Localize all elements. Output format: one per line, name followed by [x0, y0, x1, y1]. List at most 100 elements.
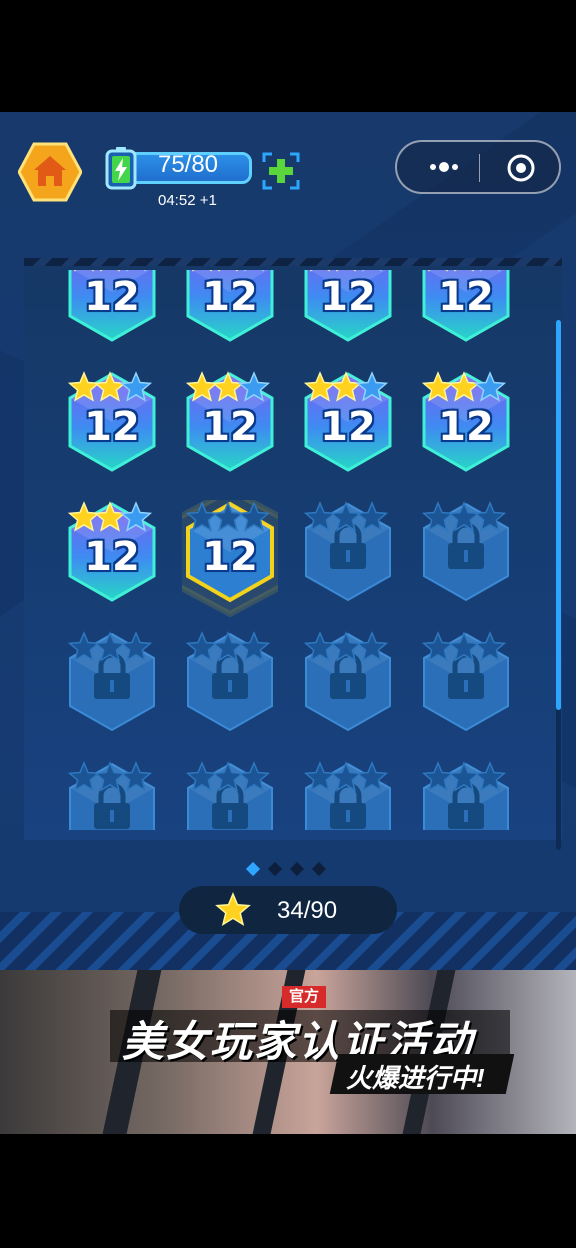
level-tile: [300, 500, 396, 630]
star-filled-icon: [421, 371, 455, 402]
star-total-pill: 34/90: [179, 886, 397, 934]
star-icon: [215, 892, 251, 927]
promo-banner[interactable]: 美女玩家认证活动 官方 火爆进行中!: [0, 970, 576, 1134]
star-empty-icon: [447, 761, 481, 792]
star-empty-icon: [473, 761, 507, 792]
level-tile: [418, 630, 514, 760]
level-stars: [185, 501, 271, 532]
level-number: 12: [320, 274, 376, 320]
level-tile: [418, 500, 514, 630]
star-empty-icon: [185, 501, 219, 532]
add-energy-button[interactable]: [262, 152, 300, 190]
star-empty-icon: [237, 501, 271, 532]
level-stars: [192, 270, 264, 272]
level-tile[interactable]: 12: [418, 370, 514, 500]
record-close-icon: [507, 154, 535, 182]
star-empty-icon: [185, 631, 219, 662]
level-tile: [182, 630, 278, 760]
star-empty-icon: [303, 761, 337, 792]
level-tile[interactable]: 12: [64, 370, 160, 500]
level-tile: [300, 760, 396, 830]
capsule-divider: [479, 154, 480, 182]
star-empty-icon: [473, 631, 507, 662]
star-empty-icon: [447, 631, 481, 662]
level-tile: [300, 630, 396, 760]
level-tile[interactable]: 12: [300, 370, 396, 500]
level-number: 12: [438, 274, 494, 320]
more-button[interactable]: [419, 152, 469, 182]
star-empty-icon: [329, 761, 363, 792]
level-number: 12: [202, 404, 258, 450]
level-tile[interactable]: 12: [182, 500, 278, 630]
home-button[interactable]: [17, 142, 83, 202]
level-stars: [310, 270, 382, 272]
star-empty-icon: [211, 761, 245, 792]
miniprogram-capsule: [395, 140, 561, 194]
star-empty-icon: [119, 631, 153, 662]
battery-charging-icon: [105, 147, 137, 190]
star-empty-icon: [93, 631, 127, 662]
game-screen: 75/80 04:52 +1 12 12 12 12 12 12 12 12 1…: [0, 112, 576, 970]
level-tile[interactable]: 12: [64, 500, 160, 630]
page-dot[interactable]: [245, 861, 261, 877]
star-empty-icon: [67, 761, 101, 792]
level-tile[interactable]: 12: [182, 270, 278, 370]
level-stars: [303, 761, 389, 792]
star-empty-icon: [329, 631, 363, 662]
level-tile: [182, 760, 278, 830]
level-stars: [421, 501, 507, 532]
star-empty-icon: [303, 501, 337, 532]
energy-timer: 04:52 +1: [158, 192, 217, 209]
star-empty-icon: [237, 761, 271, 792]
page-indicator: [245, 861, 332, 877]
star-empty-icon: [237, 371, 271, 402]
level-stars: [421, 761, 507, 792]
star-empty-icon: [67, 631, 101, 662]
star-empty-icon: [119, 371, 153, 402]
level-number: 12: [84, 404, 140, 450]
level-grid: 12 12 12 12 12 12 12 12 12 12: [24, 270, 562, 830]
plus-icon: [262, 152, 300, 190]
page-dot[interactable]: [267, 861, 283, 877]
star-filled-icon: [67, 501, 101, 532]
level-number: 12: [320, 404, 376, 450]
level-tile: [418, 760, 514, 830]
more-dots-icon: [430, 162, 458, 172]
level-stars: [303, 371, 389, 402]
energy-meter: 75/80: [104, 146, 256, 190]
level-tile[interactable]: 12: [300, 270, 396, 370]
star-empty-icon: [421, 501, 455, 532]
level-stars: [185, 761, 271, 792]
star-empty-icon: [93, 761, 127, 792]
page-dot[interactable]: [311, 861, 327, 877]
level-stars: [428, 270, 500, 272]
scrollbar-thumb[interactable]: [556, 320, 561, 710]
star-empty-icon: [447, 501, 481, 532]
level-number: 12: [84, 274, 140, 320]
level-stars: [67, 501, 153, 532]
energy-value: 75/80: [157, 151, 219, 178]
star-empty-icon: [355, 761, 389, 792]
star-empty-icon: [473, 501, 507, 532]
level-number: 12: [202, 274, 258, 320]
level-tile: [64, 760, 160, 830]
banner-badge: 官方: [282, 986, 326, 1008]
star-filled-icon: [185, 371, 219, 402]
star-filled-icon: [447, 371, 481, 402]
banner-subtitle: 火爆进行中!: [346, 1063, 485, 1093]
level-number: 12: [438, 404, 494, 450]
star-filled-icon: [93, 371, 127, 402]
level-stars: [67, 371, 153, 402]
page-dot[interactable]: [289, 861, 305, 877]
level-tile[interactable]: 12: [418, 270, 514, 370]
star-empty-icon: [473, 371, 507, 402]
star-empty-icon: [237, 631, 271, 662]
level-tile[interactable]: 12: [64, 270, 160, 370]
level-tile[interactable]: 12: [182, 370, 278, 500]
star-empty-icon: [355, 631, 389, 662]
close-button[interactable]: [505, 152, 537, 184]
level-number: 12: [84, 534, 140, 580]
level-stars: [67, 761, 153, 792]
level-number: 12: [202, 534, 258, 580]
star-empty-icon: [211, 631, 245, 662]
